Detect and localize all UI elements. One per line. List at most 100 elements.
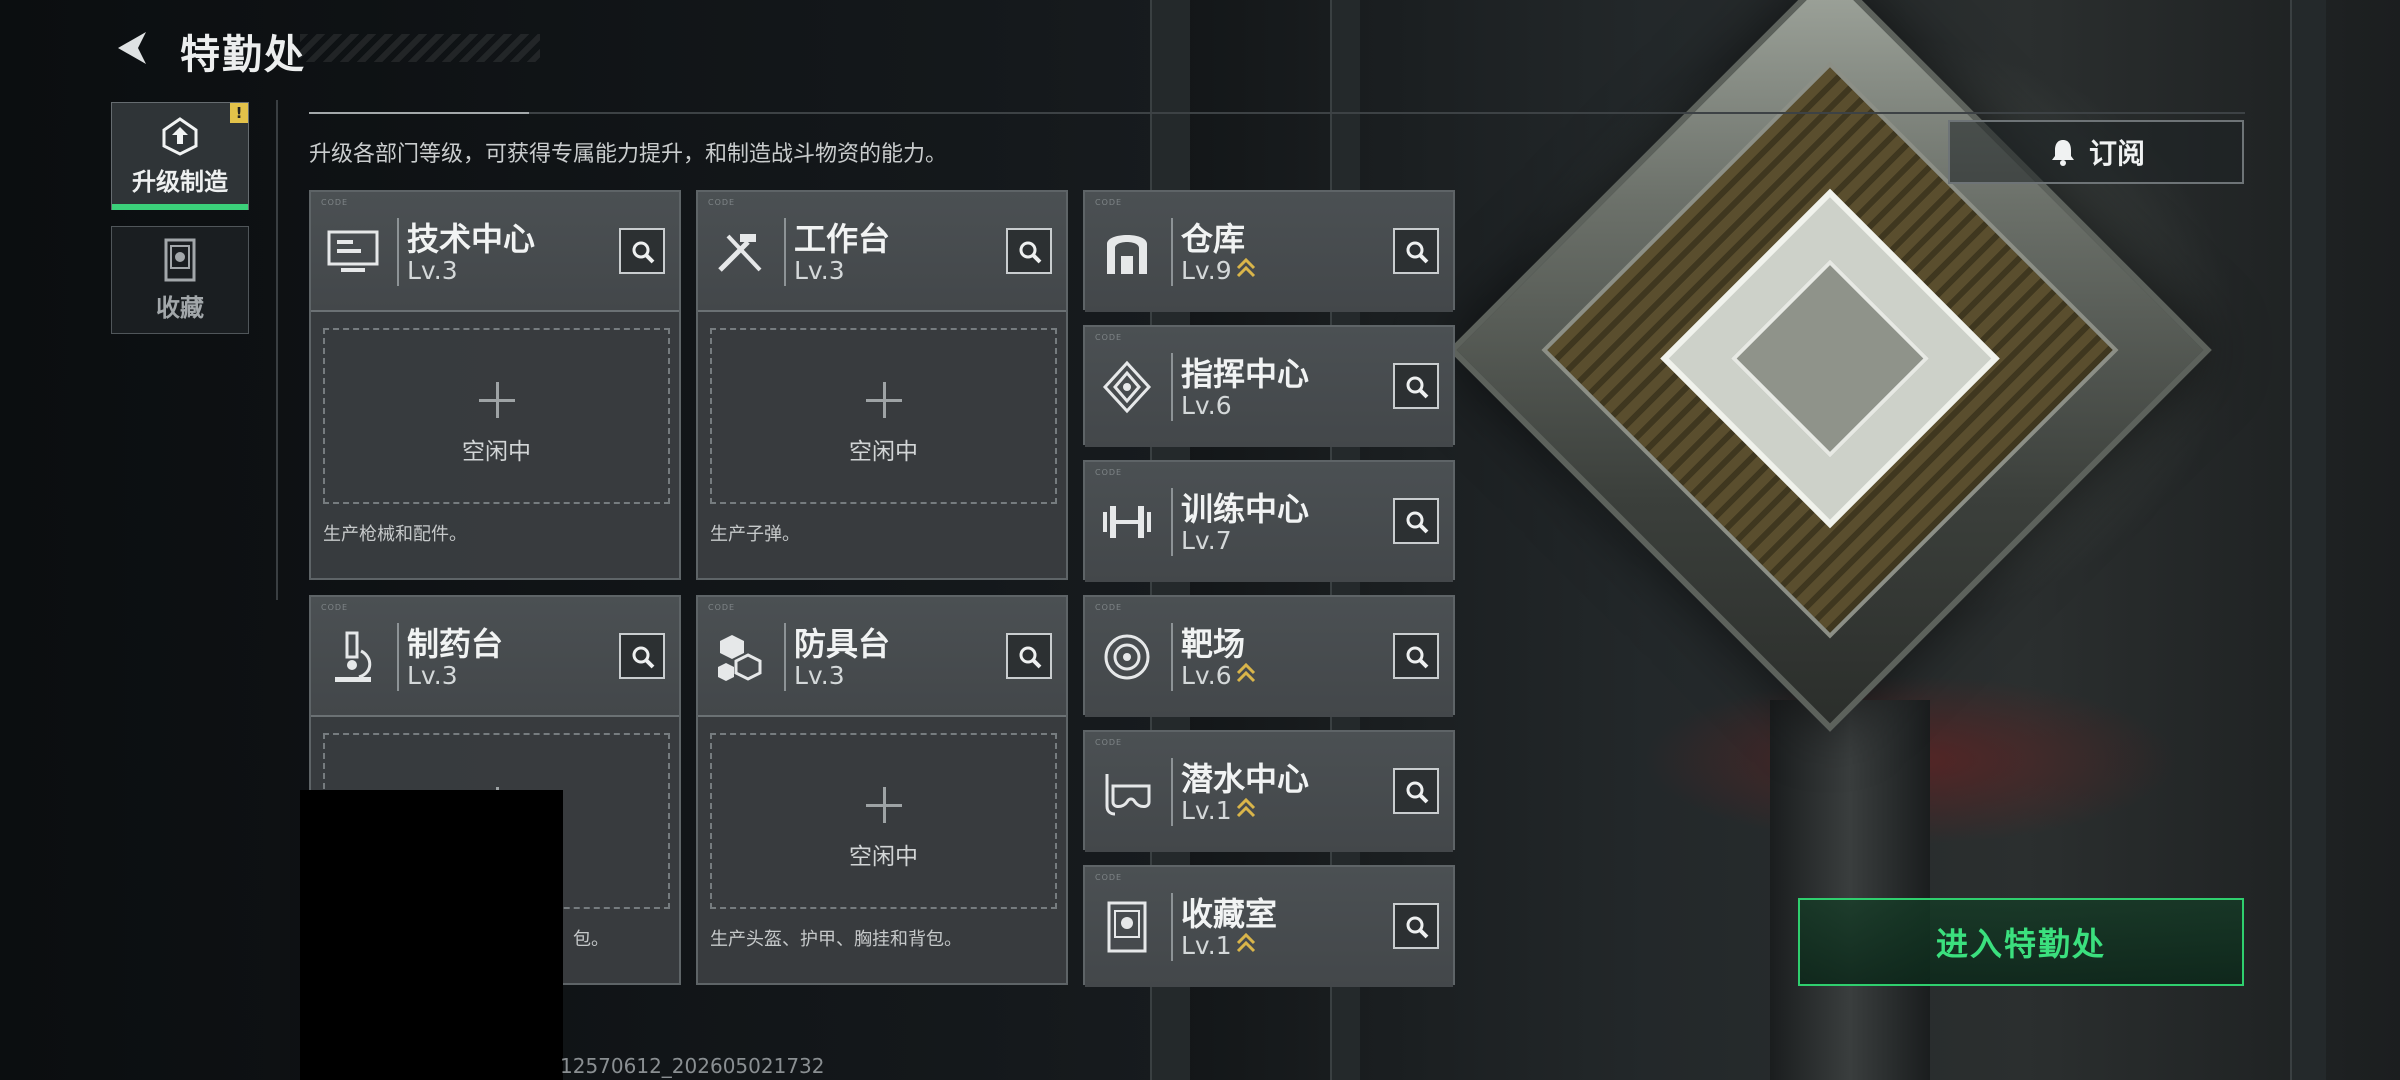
card-title: 靶场	[1181, 625, 1246, 663]
search-icon	[632, 241, 655, 264]
page-title: 特勤处	[180, 32, 306, 78]
search-icon	[1406, 241, 1429, 264]
plus-icon	[865, 787, 902, 823]
card-title: 指挥中心	[1181, 355, 1310, 393]
search-button[interactable]	[1006, 633, 1052, 679]
search-button[interactable]	[1393, 498, 1439, 544]
production-slot[interactable]: 空闲中	[710, 733, 1057, 909]
card-description: 生产头盔、护甲、胸挂和背包。	[710, 929, 962, 950]
card-level: Lv.3	[407, 661, 458, 690]
alert-badge: !	[230, 103, 248, 123]
search-icon	[1406, 646, 1429, 669]
plus-icon	[865, 382, 902, 418]
facility-card-command-center[interactable]: CODE 指挥中心 Lv.6	[1083, 325, 1455, 447]
background-pillar	[2290, 0, 2326, 1080]
upgrade-craft-icon	[162, 116, 198, 156]
target-icon	[1104, 634, 1150, 680]
search-button[interactable]	[619, 228, 665, 274]
production-card-armor: CODE 防具台 Lv.3 空闲中 生产头盔、护甲、胸挂和背包。	[696, 595, 1068, 985]
search-icon	[1406, 511, 1429, 534]
card-title: 仓库	[1181, 220, 1246, 258]
divider	[309, 112, 2245, 114]
card-description: 生产枪械和配件。	[323, 524, 467, 545]
search-button[interactable]	[1393, 228, 1439, 274]
card-level: Lv.9	[1181, 256, 1256, 285]
card-title: 工作台	[794, 220, 891, 258]
search-button[interactable]	[1393, 633, 1439, 679]
slot-status: 空闲中	[462, 439, 531, 465]
card-level: Lv.6	[1181, 391, 1232, 420]
search-icon	[1406, 916, 1429, 939]
card-header[interactable]: CODE 防具台 Lv.3	[698, 597, 1066, 717]
upgrade-arrow-icon	[1236, 257, 1255, 278]
search-button[interactable]	[1393, 903, 1439, 949]
slot-status: 空闲中	[849, 439, 918, 465]
card-level: Lv.1	[1181, 931, 1256, 960]
sidebar-item-collection[interactable]: 收藏	[111, 226, 249, 334]
card-title: 制药台	[407, 625, 504, 663]
card-title: 收藏室	[1181, 895, 1278, 933]
upgrade-arrow-icon	[1236, 932, 1255, 953]
card-title: 潜水中心	[1181, 760, 1310, 798]
search-icon	[1406, 376, 1429, 399]
facility-card-shooting-range[interactable]: CODE 靶场 Lv.6	[1083, 595, 1455, 717]
card-level: Lv.6	[1181, 661, 1256, 690]
sidebar-item-upgrade[interactable]: 升级制造 !	[111, 102, 249, 210]
search-icon	[1019, 646, 1042, 669]
section-description: 升级各部门等级，可获得专属能力提升，和制造战斗物资的能力。	[309, 142, 948, 167]
back-arrow-icon[interactable]	[110, 26, 154, 70]
bell-icon	[2051, 140, 2074, 166]
enter-label: 进入特勤处	[1935, 925, 2106, 963]
facility-card-training-center[interactable]: CODE 训练中心 Lv.7	[1083, 460, 1455, 582]
facility-card-warehouse[interactable]: CODE 仓库 Lv.9	[1083, 190, 1455, 312]
search-button[interactable]	[1006, 228, 1052, 274]
search-icon	[1406, 781, 1429, 804]
card-level: Lv.3	[794, 661, 845, 690]
screen: 特勤处 升级制造 ! 收藏 升级各部门等级，可获得专属能力提升，和制造战斗物资的…	[0, 0, 2400, 1080]
tools-icon	[718, 234, 762, 272]
search-button[interactable]	[619, 633, 665, 679]
card-header[interactable]: CODE 工作台 Lv.3	[698, 192, 1066, 312]
sidebar-item-label: 升级制造	[132, 167, 228, 196]
card-header[interactable]: CODE 技术中心 Lv.3	[311, 192, 679, 312]
blocks-icon	[718, 635, 762, 681]
facility-card-diving-center[interactable]: CODE 潜水中心 Lv.1	[1083, 730, 1455, 852]
production-slot[interactable]: 空闲中	[710, 328, 1057, 504]
upgrade-arrow-icon	[1236, 797, 1255, 818]
production-card-tech-center: CODE 技术中心 Lv.3 空闲中 生产枪械和配件。	[309, 190, 681, 580]
redaction-block	[300, 790, 563, 1080]
warehouse-icon	[1107, 235, 1147, 274]
card-level: Lv.7	[1181, 526, 1232, 555]
microscope-icon	[335, 631, 372, 682]
divider-highlight	[309, 112, 529, 114]
enter-special-ops-button[interactable]: 进入特勤处	[1798, 898, 2244, 986]
card-description: 生产子弹。	[710, 524, 800, 545]
card-title: 训练中心	[1181, 490, 1310, 528]
active-indicator	[112, 204, 248, 210]
card-header[interactable]: CODE 制药台 Lv.3	[311, 597, 679, 717]
upgrade-arrow-icon	[1236, 662, 1255, 683]
build-id: 12570612_202605021732	[560, 1054, 825, 1078]
diving-mask-icon	[1105, 774, 1151, 816]
collection-icon	[164, 238, 196, 281]
sidebar-item-label: 收藏	[156, 293, 204, 322]
facility-card-collection-room[interactable]: CODE 收藏室 Lv.1	[1083, 865, 1455, 987]
card-title: 技术中心	[407, 220, 536, 258]
plus-icon	[478, 382, 515, 418]
slot-status: 空闲中	[849, 844, 918, 870]
subscribe-label: 订阅	[2088, 137, 2145, 170]
search-icon	[632, 646, 655, 669]
subscribe-button[interactable]: 订阅	[1948, 120, 2244, 184]
card-level: Lv.3	[407, 256, 458, 285]
card-level: Lv.1	[1181, 796, 1256, 825]
monitor-icon	[327, 230, 379, 272]
search-button[interactable]	[1393, 768, 1439, 814]
production-card-workbench: CODE 工作台 Lv.3 空闲中 生产子弹。	[696, 190, 1068, 580]
title-decoration	[300, 34, 540, 62]
production-slot[interactable]: 空闲中	[323, 328, 670, 504]
background-column	[1770, 700, 1930, 1080]
card-description: 包。	[573, 929, 609, 950]
display-case-icon	[1107, 901, 1147, 953]
card-title: 防具台	[794, 625, 891, 663]
search-button[interactable]	[1393, 363, 1439, 409]
